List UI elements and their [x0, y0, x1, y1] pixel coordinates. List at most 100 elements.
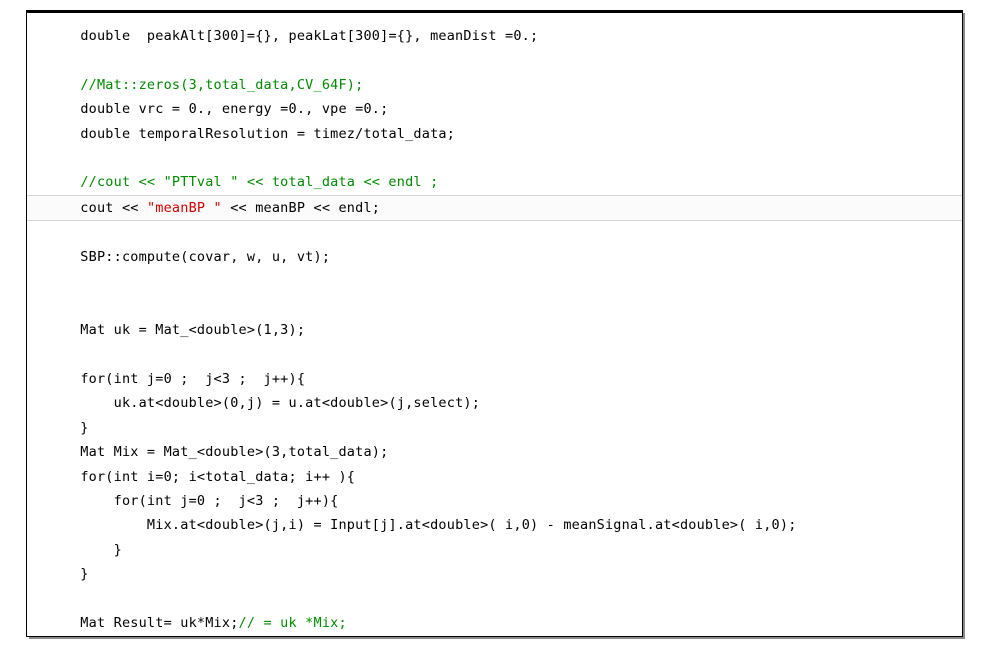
code-token-plain: j=0 ; j<3 ; j++){	[138, 371, 306, 388]
code-token-plain: uk.at<	[47, 395, 164, 412]
code-line[interactable]	[27, 270, 962, 294]
code-line[interactable]: Mat Result= uk*Mix;// = uk *Mix;	[27, 611, 962, 635]
code-token-plain: j=0 ; j<3 ; j++){	[171, 493, 339, 510]
code-token-keyword: double	[80, 125, 131, 142]
code-line-content: for(int i=0; i<total_data; i++ ){	[47, 469, 355, 485]
code-token-plain: (	[105, 371, 114, 388]
code-line[interactable]: //Mat::zeros(3,total_data,CV_64F);	[27, 73, 962, 97]
code-line[interactable]: int outpeakPos[300]={} , noise = 0, outV…	[27, 13, 962, 24]
code-line-content: Mat Result= uk*Mix;// = uk *Mix;	[47, 615, 347, 631]
code-line[interactable]: }	[27, 416, 962, 440]
code-token-keyword: double	[679, 517, 730, 534]
code-line-content: for(int j=0 ; j<3 ; j++){	[47, 371, 305, 387]
code-token-plain: temporalResolution = timez/total_data;	[130, 125, 456, 142]
code-line[interactable]: uk.at<double>(0,j) = u.at<double>(j,sele…	[27, 391, 962, 415]
code-line-content: Mix.at<double>(j,i) = Input[j].at<double…	[47, 517, 797, 533]
code-token-plain: Mix.at<	[47, 517, 206, 534]
code-lines-container[interactable]: int outpeakPos[300]={} , noise = 0, outV…	[27, 13, 962, 636]
frame-shadow-bottom	[29, 637, 965, 639]
code-token-string: "meanBP "	[146, 199, 222, 216]
code-token-plain: Mat Result= uk*Mix;	[47, 614, 239, 631]
code-token-comment: //cout << "PTTval " << total_data << end…	[80, 174, 439, 191]
code-token-comment: //Mat::zeros(3,total_data,CV_64F);	[80, 76, 364, 93]
screenshot-root: int outpeakPos[300]={} , noise = 0, outV…	[0, 0, 997, 660]
code-token-keyword: double	[205, 517, 256, 534]
code-line[interactable]	[27, 48, 962, 72]
code-line-content: }	[47, 542, 122, 558]
code-token-plain: >(0,j) = u.at<	[213, 395, 331, 412]
code-line-content: double temporalResolution = timez/total_…	[47, 126, 455, 142]
code-token-plain: }	[47, 419, 89, 436]
code-token-keyword: double	[80, 28, 131, 44]
code-token-plain: Mat Mix = Mat_<	[47, 444, 206, 461]
code-token-plain: }	[47, 566, 89, 583]
code-editor-pane[interactable]: int outpeakPos[300]={} , noise = 0, outV…	[26, 10, 963, 637]
code-line[interactable]: }	[27, 538, 962, 562]
code-line[interactable]	[27, 221, 962, 245]
code-token-keyword: for	[80, 468, 106, 485]
code-line[interactable]: //cout << "PTTval " << total_data << end…	[27, 170, 962, 194]
code-token-keyword: double	[330, 395, 381, 412]
code-line[interactable]	[27, 587, 962, 611]
code-line-content: Mat uk = Mat_<double>(1,3);	[47, 322, 305, 338]
code-token-keyword: int	[113, 468, 139, 485]
code-line[interactable]: Mat uk = Mat_<double>(1,3);	[27, 318, 962, 342]
code-token-keyword: double	[163, 395, 214, 412]
code-token-plain: peakAlt[300]={}, peakLat[300]={}, meanDi…	[130, 28, 539, 44]
code-line-content: }	[47, 566, 89, 582]
code-line-content: Mat Mix = Mat_<double>(3,total_data);	[47, 444, 388, 460]
code-token-plain: i=0; i<total_data; i++ ){	[138, 468, 356, 485]
code-line[interactable]: }	[27, 562, 962, 586]
code-token-plain: vrc = 0., energy =0., vpe =0.;	[130, 101, 389, 118]
code-token-keyword: for	[80, 371, 106, 388]
code-token-plain: >(1,3);	[246, 322, 306, 339]
code-line-content: //cout << "PTTval " << total_data << end…	[47, 174, 438, 190]
code-line[interactable]: for(int j=0 ; j<3 ; j++){	[27, 489, 962, 513]
code-line-current[interactable]: cout << "meanBP " << meanBP << endl;	[27, 194, 962, 221]
code-line[interactable]: SBP::compute(covar, w, u, vt);	[27, 245, 962, 269]
code-line[interactable]: for(int j=0 ; j<3 ; j++){	[27, 367, 962, 391]
code-token-plain: (	[138, 493, 147, 510]
code-line-content: uk.at<double>(0,j) = u.at<double>(j,sele…	[47, 395, 480, 411]
code-token-plain: << meanBP << endl;	[221, 199, 381, 216]
code-line[interactable]: cout << "Result row " << Result.rows << …	[27, 635, 962, 636]
code-token-plain: SBP::compute(covar, w, u, vt);	[47, 249, 331, 266]
code-token-keyword: for	[113, 493, 139, 510]
code-token-plain: >(j,i) = Input[j].at<	[255, 517, 431, 534]
code-line[interactable]: double peakAlt[300]={}, peakLat[300]={},…	[27, 24, 962, 48]
code-line-content: double peakAlt[300]={}, peakLat[300]={},…	[47, 28, 538, 44]
code-token-plain: >( i,0) - meanSignal.at<	[480, 517, 680, 534]
frame-shadow-right	[963, 13, 965, 639]
code-line-content: cout << "meanBP " << meanBP << endl;	[47, 200, 380, 216]
code-line-content: }	[47, 420, 89, 436]
code-token-keyword: double	[430, 517, 481, 534]
code-token-keyword: double	[80, 101, 131, 118]
code-line[interactable]: double temporalResolution = timez/total_…	[27, 122, 962, 146]
code-line[interactable]	[27, 146, 962, 170]
code-line-content: double vrc = 0., energy =0., vpe =0.;	[47, 101, 388, 117]
code-line-content: for(int j=0 ; j<3 ; j++){	[47, 493, 339, 510]
code-line-content: SBP::compute(covar, w, u, vt);	[47, 249, 330, 265]
code-line[interactable]	[27, 343, 962, 367]
code-line[interactable]: Mix.at<double>(j,i) = Input[j].at<double…	[27, 513, 962, 537]
code-token-keyword: double	[196, 322, 247, 339]
code-token-keyword: double	[205, 444, 256, 461]
code-line[interactable]: for(int i=0; i<total_data; i++ ){	[27, 465, 962, 489]
code-token-plain: >( i,0);	[729, 517, 797, 534]
code-token-keyword: int	[113, 371, 139, 388]
code-line[interactable]	[27, 294, 962, 318]
code-line[interactable]: Mat Mix = Mat_<double>(3,total_data);	[27, 440, 962, 464]
code-token-plain: >(3,total_data);	[255, 444, 389, 461]
code-token-keyword: int	[146, 493, 172, 510]
code-token-plain: }	[47, 541, 122, 558]
code-token-plain: (	[105, 468, 114, 485]
code-line[interactable]: double vrc = 0., energy =0., vpe =0.;	[27, 97, 962, 121]
